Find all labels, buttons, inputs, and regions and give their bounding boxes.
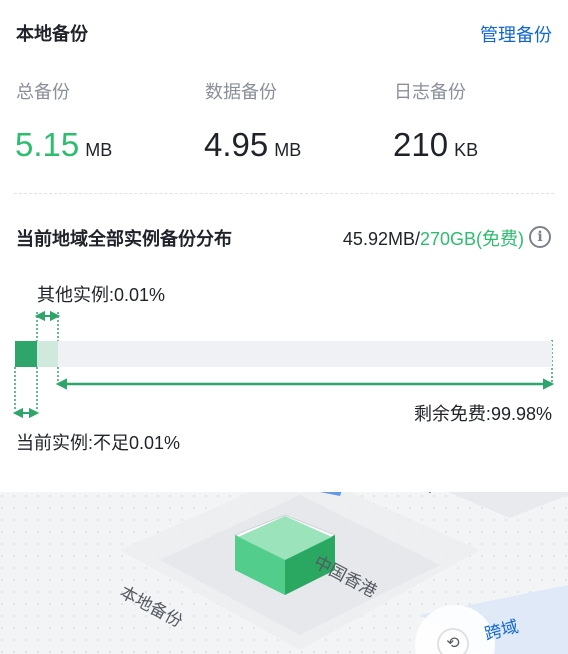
data-backup-stat: 4.95 MB [204, 126, 301, 164]
total-backup-value: 5.15 [15, 126, 80, 163]
card-title: 本地备份 [16, 24, 88, 44]
total-backup-label: 总备份 [16, 82, 70, 102]
log-backup-label: 日志备份 [394, 82, 466, 102]
history-icon[interactable]: ⟲ [437, 628, 469, 654]
local-backup-card: 本地备份 管理备份 总备份 数据备份 日志备份 5.15 MB 4.95 MB 21… [0, 0, 568, 492]
free-quota: 270GB(免费) [419, 229, 524, 249]
log-backup-unit: KB [454, 140, 479, 160]
remaining-free-segment [58, 341, 552, 367]
used-amount: 45.92MB/ [342, 229, 420, 249]
other-instances-segment [37, 341, 58, 367]
total-backup-stat: 5.15 MB [15, 126, 112, 164]
distribution-usage: 45.92MB/270GB(免费) [343, 225, 524, 251]
remaining-free-label: 剩余免费:99.98% [413, 404, 552, 424]
data-backup-unit: MB [274, 140, 302, 160]
log-backup-value: 210 [393, 126, 449, 163]
info-icon[interactable]: i [529, 226, 551, 248]
popover-arrow [275, 482, 295, 492]
log-backup-stat: 210 KB [393, 126, 478, 164]
total-backup-unit: MB [85, 140, 113, 160]
current-instance-segment [15, 341, 37, 367]
distribution-title: 当前地域全部实例备份分布 [16, 229, 232, 249]
current-instance-label: 当前实例:不足0.01% [16, 433, 181, 453]
manage-backup-link[interactable]: 管理备份 [480, 21, 552, 47]
data-backup-value: 4.95 [204, 126, 269, 163]
section-divider [14, 193, 554, 194]
data-backup-label: 数据备份 [205, 82, 277, 102]
